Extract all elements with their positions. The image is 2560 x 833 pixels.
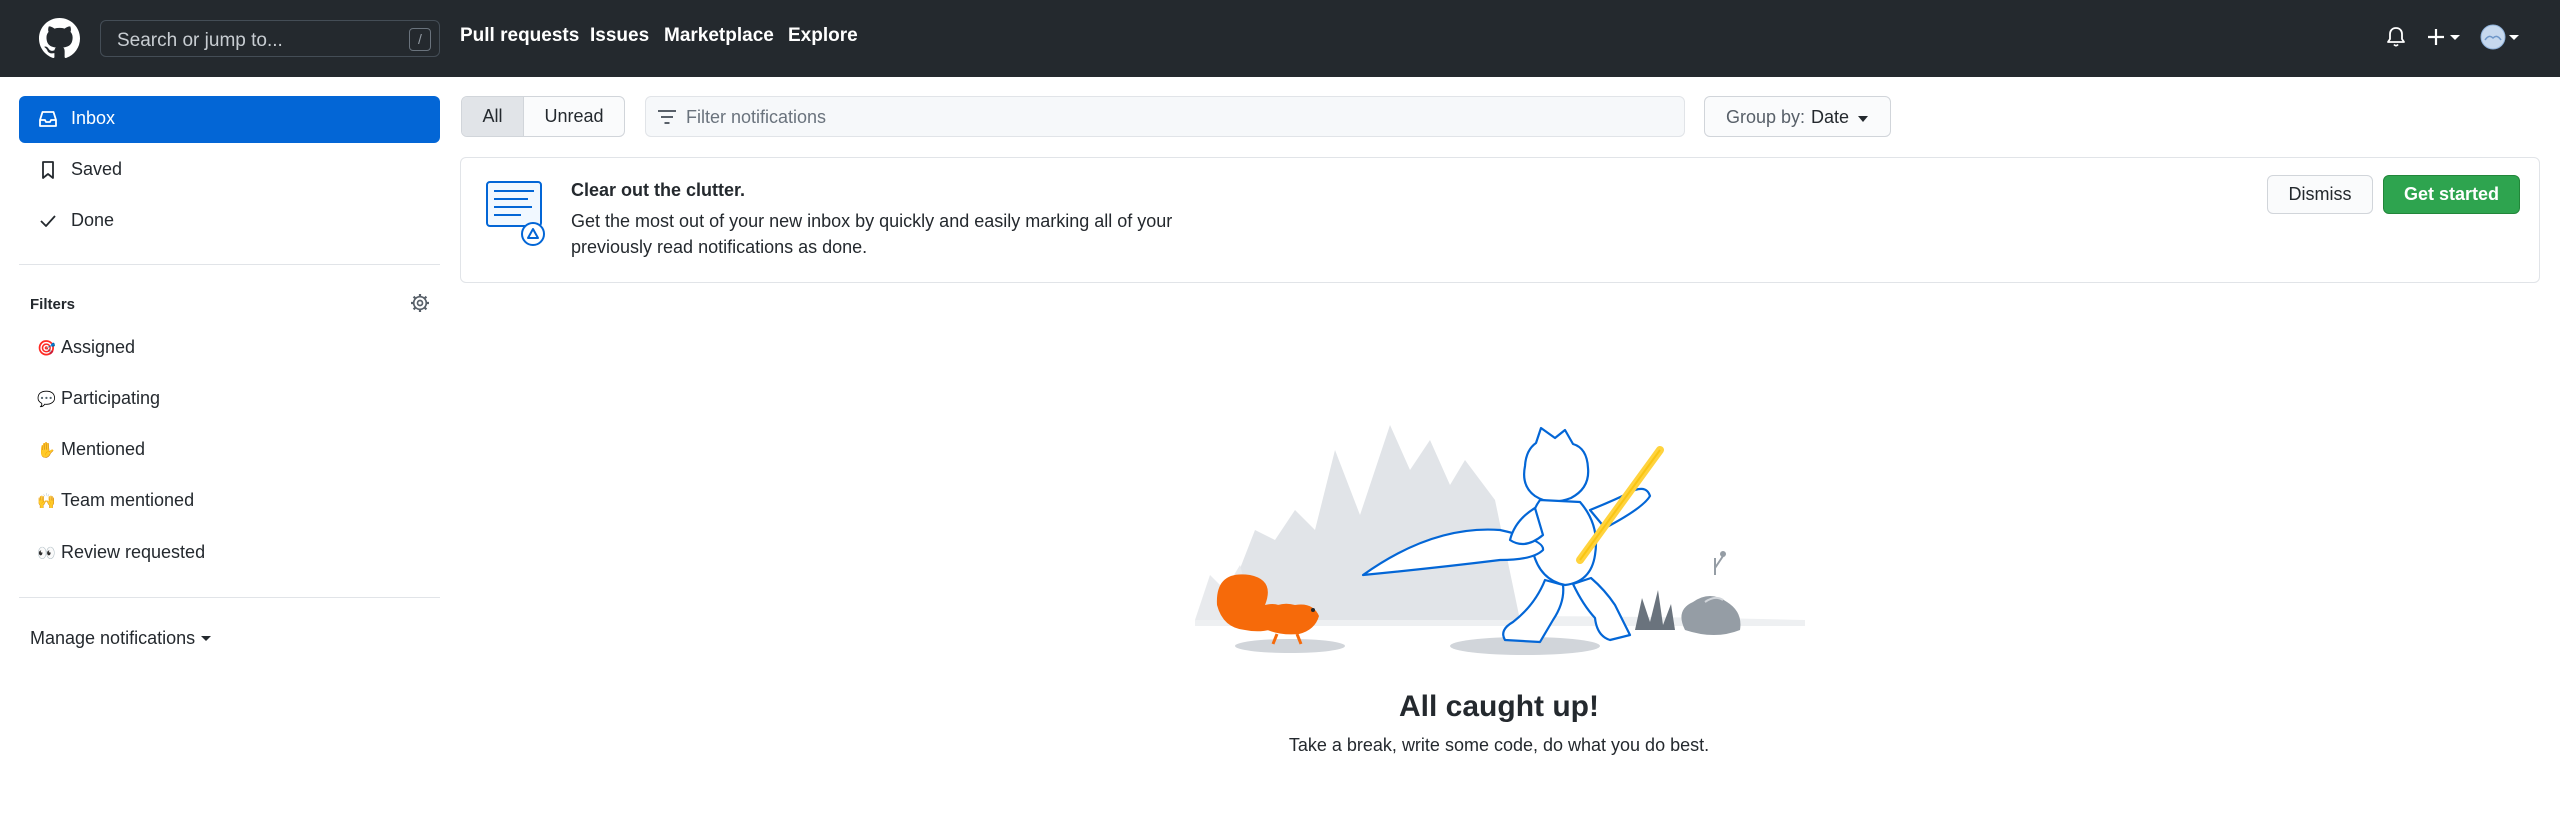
filter-notifications-input[interactable]: Filter notifications [645, 96, 1685, 137]
filter-label: Participating [61, 388, 161, 408]
tab-all[interactable]: All [462, 97, 524, 136]
filter-mentioned[interactable]: ✋ Mentioned [37, 439, 145, 469]
filters-heading: Filters [30, 296, 76, 313]
nav-pull-requests[interactable]: Pull requests [460, 25, 579, 47]
inbox-icon [39, 111, 57, 127]
filter-label: Assigned [61, 337, 136, 357]
group-by-value: Date [1811, 107, 1850, 127]
raised-hand-icon: ✋ [37, 441, 56, 459]
sidebar-item-done[interactable]: Done [19, 198, 440, 245]
sidebar-item-label: Inbox [71, 108, 116, 128]
filter-placeholder: Filter notifications [686, 107, 827, 127]
group-by-dropdown[interactable]: Group by: Date [1704, 96, 1891, 137]
chevron-down-icon [201, 636, 212, 641]
empty-state-title: All caught up! [1399, 690, 1599, 723]
bell-icon[interactable] [2386, 26, 2406, 48]
filter-participating[interactable]: 💬 Participating [37, 388, 160, 418]
search-input[interactable]: Search or jump to... / [100, 20, 440, 57]
check-icon [40, 215, 56, 227]
sidebar-item-label: Done [71, 210, 115, 230]
sidebar-item-inbox[interactable]: Inbox [19, 96, 440, 143]
search-placeholder: Search or jump to... [117, 30, 283, 51]
group-by-label: Group by: [1726, 107, 1806, 127]
gear-icon[interactable] [410, 293, 430, 313]
avatar-dropdown-icon[interactable] [2480, 24, 2520, 52]
notifications-checklist-icon [486, 181, 545, 246]
read-state-tabs: All Unread [461, 96, 625, 137]
plus-dropdown-icon[interactable] [2427, 27, 2461, 47]
nav-issues[interactable]: Issues [590, 25, 649, 47]
clear-clutter-banner: Clear out the clutter. Get the most out … [460, 157, 2540, 283]
tab-unread[interactable]: Unread [524, 97, 624, 136]
speech-bubble-icon: 💬 [37, 390, 56, 408]
get-started-button[interactable]: Get started [2383, 175, 2520, 214]
manage-notifications-label: Manage notifications [30, 628, 196, 648]
filter-label: Review requested [61, 542, 206, 562]
filter-label: Team mentioned [61, 490, 195, 510]
octocat-sweeping-illustration [1195, 425, 1805, 655]
banner-title: Clear out the clutter. [571, 180, 746, 200]
raised-hands-icon: 🙌 [37, 492, 56, 510]
banner-body: Get the most out of your new inbox by qu… [571, 211, 1173, 257]
sidebar-divider [19, 597, 440, 598]
filter-team-mentioned[interactable]: 🙌 Team mentioned [37, 490, 194, 520]
sidebar-item-label: Saved [71, 159, 123, 179]
github-logo-icon[interactable] [39, 18, 80, 59]
chevron-down-icon [1858, 116, 1868, 122]
dismiss-button[interactable]: Dismiss [2267, 175, 2373, 214]
manage-notifications-dropdown[interactable]: Manage notifications [30, 628, 212, 649]
nav-marketplace[interactable]: Marketplace [664, 25, 774, 47]
search-shortcut-key: / [409, 28, 431, 51]
filter-label: Mentioned [61, 439, 146, 459]
sidebar-divider [19, 264, 440, 265]
sidebar-item-saved[interactable]: Saved [19, 147, 440, 194]
direct-hit-icon: 🎯 [37, 339, 56, 357]
bookmark-icon [42, 161, 54, 179]
empty-state-subtitle: Take a break, write some code, do what y… [1288, 735, 1710, 755]
top-header: Search or jump to... / Pull requests Iss… [0, 0, 2560, 77]
filter-assigned[interactable]: 🎯 Assigned [37, 337, 135, 367]
filter-review-requested[interactable]: 👀 Review requested [37, 542, 205, 572]
eyes-icon: 👀 [37, 544, 56, 562]
nav-explore[interactable]: Explore [788, 25, 858, 47]
filter-icon [658, 110, 676, 124]
